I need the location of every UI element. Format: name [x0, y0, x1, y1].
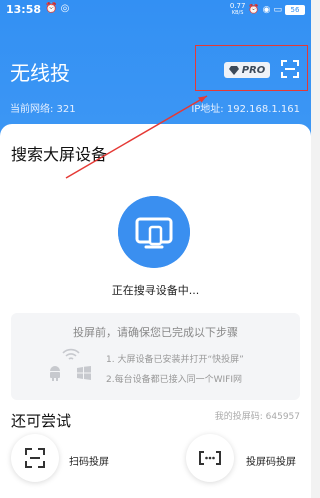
scan-cast-button[interactable]	[11, 434, 59, 482]
screen-cast-icon	[118, 196, 190, 268]
windows-icon	[77, 366, 91, 380]
android-icon	[50, 366, 60, 381]
search-title: 搜索大屏设备	[11, 145, 108, 164]
current-network: 当前网络: 321	[10, 104, 76, 115]
wifi-icon	[62, 348, 80, 360]
notification-icons: ⏰ ◎	[45, 3, 70, 14]
step-2: 2.每台设备都已接入同一个WIFI网	[106, 375, 242, 385]
status-right: 0.77 KB/S ⏰ ◉ ▭ 56	[230, 3, 305, 17]
steps-heading: 投屏前，请确保您已完成以下步骤	[73, 326, 238, 339]
steps-panel: 投屏前，请确保您已完成以下步骤 1. 大屏设备已安装并打开“快投屏” 2.每台设…	[11, 313, 300, 400]
status-bar: 13:58 ⏰ ◎ 0.77 KB/S ⏰ ◉ ▭ 56	[0, 0, 311, 20]
my-cast-code: 我的投屏码: 645957	[214, 412, 300, 422]
code-cast-button[interactable]	[186, 434, 234, 482]
ip-address: IP地址: 192.168.1.161	[191, 104, 300, 115]
code-cast-label[interactable]: 投屏码投屏	[246, 453, 296, 468]
app-title: 无线投	[10, 61, 70, 85]
network-speed: 0.77 KB/S	[229, 2, 246, 17]
battery-icon: 56	[285, 5, 305, 15]
code-icon	[199, 451, 221, 465]
alarm-icon: ⏰	[248, 5, 260, 15]
status-time: 13:58	[6, 3, 42, 16]
try-title: 还可尝试	[11, 412, 72, 430]
scan-icon	[25, 448, 45, 468]
scan-cast-label[interactable]: 扫码投屏	[69, 453, 109, 468]
wifi-status-icon: ◉	[262, 5, 271, 15]
step-1: 1. 大屏设备已安装并打开“快投屏”	[106, 355, 244, 365]
annotation-highlight-box	[195, 45, 308, 91]
searching-status: 正在搜寻设备中...	[111, 284, 200, 297]
sim-icon: ▭	[273, 5, 282, 15]
